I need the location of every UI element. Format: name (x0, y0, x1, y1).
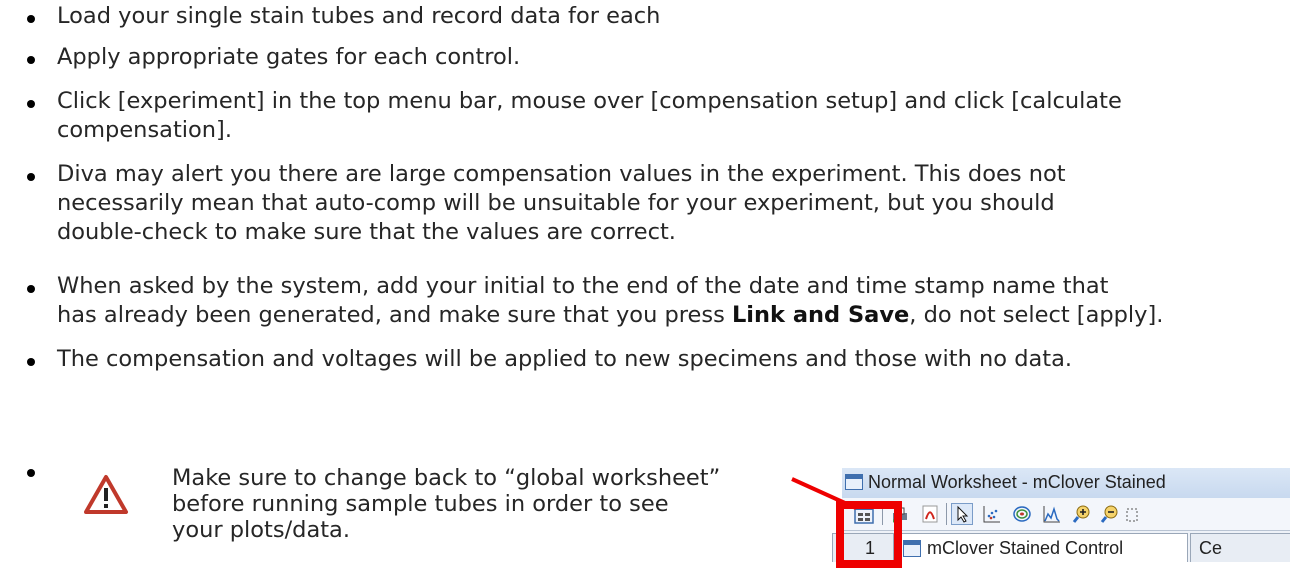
list-item-text: Apply appropriate gates for each control… (57, 44, 521, 70)
list-item-text-segment: , do not select [apply]. (909, 302, 1164, 328)
bullet-icon (27, 358, 35, 366)
histogram-icon[interactable] (1042, 504, 1062, 524)
pointer-icon[interactable] (951, 503, 973, 525)
list-item-text: has already been generated, and make sur… (57, 302, 1277, 328)
list-item-text: The compensation and voltages will be ap… (57, 346, 1073, 372)
worksheet-icon (845, 474, 863, 490)
bullet-icon (27, 56, 35, 64)
list-item-text: Click [experiment] in the top menu bar, … (57, 88, 1122, 114)
list-item-text: Load your single stain tubes and record … (57, 3, 661, 29)
warning-line: your plots/data. (172, 517, 351, 543)
grid-icon[interactable] (1126, 504, 1138, 524)
toolbar-separator (946, 503, 947, 525)
tab-label: mClover Stained Control (927, 538, 1124, 558)
highlight-box (836, 501, 902, 568)
list-item-text: necessarily mean that auto-comp will be … (57, 190, 1055, 216)
contour-plot-icon[interactable] (1012, 504, 1032, 524)
worksheet-tabs: 1 mClover Stained Control Ce (832, 530, 1290, 562)
zoom-out-icon[interactable] (1100, 504, 1120, 524)
toolbar (842, 498, 1290, 530)
window-title: Normal Worksheet - mClover Stained (868, 472, 1166, 492)
tab-label: Ce (1199, 538, 1223, 558)
list-item-text-segment: has already been generated, and make sur… (57, 302, 732, 328)
tab-mclover-stained-control[interactable]: mClover Stained Control (896, 533, 1188, 562)
zoom-in-icon[interactable] (1072, 504, 1092, 524)
bullet-icon (27, 469, 35, 477)
bullet-icon (27, 15, 35, 23)
list-item-text: When asked by the system, add your initi… (57, 273, 1109, 299)
bullet-icon (27, 285, 35, 293)
pdf-icon[interactable] (920, 504, 940, 524)
warning-line: Make sure to change back to “global work… (172, 465, 721, 491)
list-item-text: double-check to make sure that the value… (57, 219, 676, 245)
list-item-text: Diva may alert you there are large compe… (57, 161, 1066, 187)
bullet-icon (27, 173, 35, 181)
warning-triangle-icon (84, 475, 128, 514)
bullet-icon (27, 100, 35, 108)
list-item-text: compensation]. (57, 117, 232, 143)
warning-line: before running sample tubes in order to … (172, 491, 669, 517)
window-titlebar: Normal Worksheet - mClover Stained (842, 468, 1290, 498)
dot-plot-icon[interactable] (982, 504, 1002, 524)
warning-text: Make sure to change back to “global work… (172, 465, 792, 543)
tab-next[interactable]: Ce (1190, 533, 1290, 562)
link-and-save-label: Link and Save (731, 302, 910, 328)
worksheet-icon (903, 540, 921, 557)
